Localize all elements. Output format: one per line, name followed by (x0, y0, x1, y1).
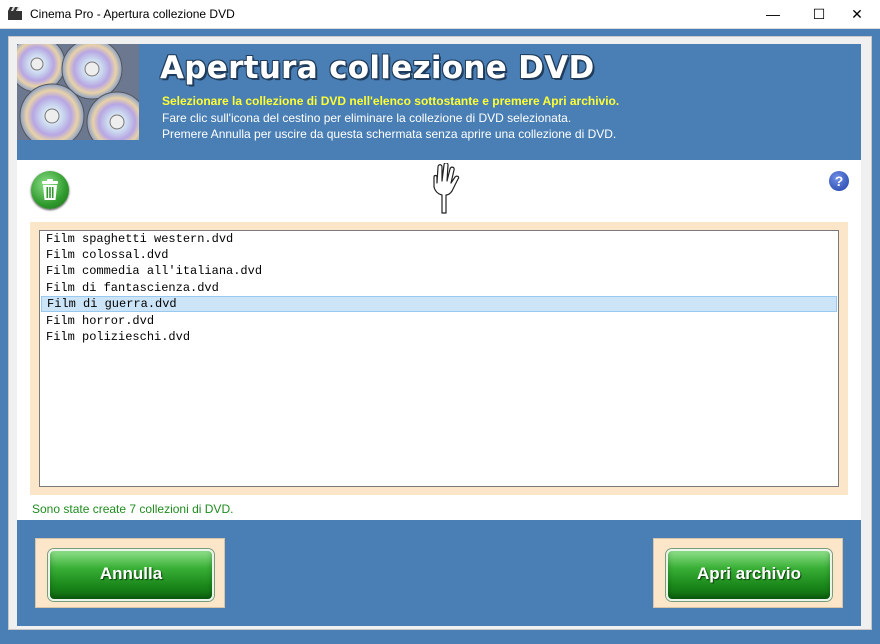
cancel-button[interactable]: Annulla (48, 549, 214, 601)
delete-collection-button[interactable] (31, 171, 69, 209)
list-item[interactable]: Film polizieschi.dvd (41, 329, 837, 345)
clapperboard-icon (8, 7, 22, 20)
minimize-button[interactable]: — (750, 0, 796, 28)
instruction-select: Selezionare la collezione di DVD nell'el… (162, 94, 620, 108)
pointing-hand-icon (433, 163, 460, 214)
instruction-cancel: Premere Annulla per uscire da questa sch… (162, 127, 617, 141)
close-button[interactable]: ✕ (834, 0, 880, 28)
trash-icon (42, 179, 58, 200)
help-icon: ? (834, 173, 844, 189)
list-item-selected[interactable]: Film di guerra.dvd (41, 296, 837, 312)
page-title: Apertura collezione DVD (160, 50, 595, 86)
collections-listbox[interactable]: Film spaghetti western.dvd Film colossal… (39, 230, 839, 487)
open-archive-button[interactable]: Apri archivio (666, 549, 832, 601)
help-button[interactable]: ? (829, 171, 849, 191)
list-item[interactable]: Film commedia all'italiana.dvd (41, 263, 837, 279)
status-text: Sono state create 7 collezioni di DVD. (32, 502, 234, 516)
instruction-delete: Fare clic sull'icona del cestino per eli… (162, 111, 572, 125)
list-item[interactable]: Film colossal.dvd (41, 247, 837, 263)
title-bar: Cinema Pro - Apertura collezione DVD — ☐… (0, 0, 880, 29)
window-title: Cinema Pro - Apertura collezione DVD (30, 7, 235, 21)
list-item[interactable]: Film spaghetti western.dvd (41, 231, 837, 247)
list-item[interactable]: Film horror.dvd (41, 313, 837, 329)
dvd-discs-image (17, 44, 139, 140)
list-item[interactable]: Film di fantascienza.dvd (41, 280, 837, 296)
